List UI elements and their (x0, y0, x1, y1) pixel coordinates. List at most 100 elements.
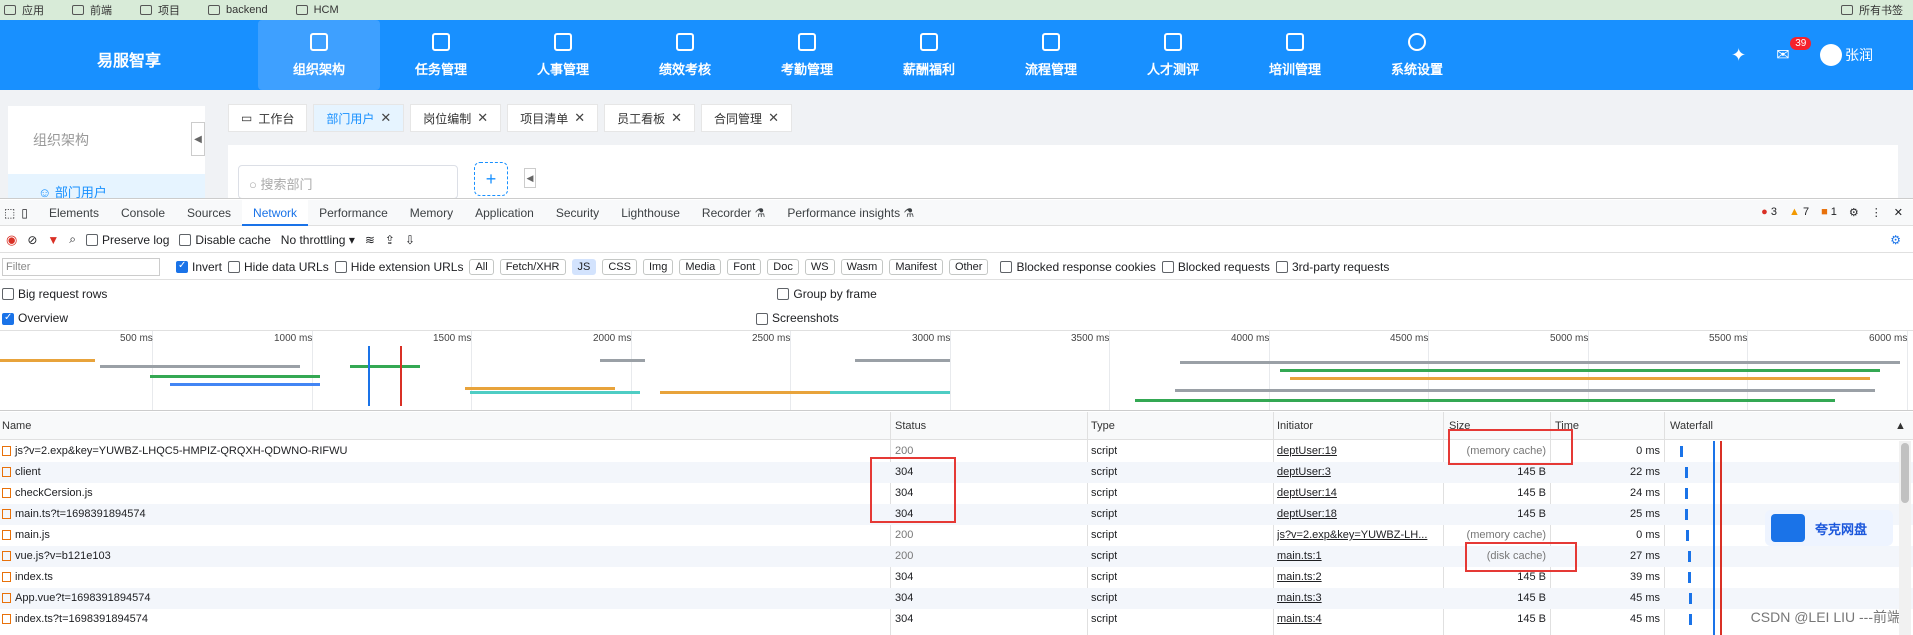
download-icon[interactable]: ⇩ (405, 233, 415, 247)
more-icon[interactable]: ⋮ (1871, 206, 1882, 219)
blocked-requests-checkbox[interactable]: Blocked requests (1161, 260, 1270, 274)
table-row[interactable]: checkCersion.js 304 script deptUser:14 1… (0, 483, 1913, 504)
wifi-icon[interactable]: ≋ (365, 233, 375, 247)
bookmark-projects[interactable]: 项目 (140, 2, 180, 18)
tab-recorder[interactable]: Recorder ⚗ (691, 200, 776, 226)
close-icon[interactable]: ✕ (574, 110, 585, 126)
chip-wasm[interactable]: Wasm (840, 258, 884, 275)
theme-icon[interactable]: ✦ (1731, 45, 1746, 66)
bookmark-apps[interactable]: 应用 (4, 2, 44, 18)
tab-application[interactable]: Application (464, 200, 545, 226)
nav-org[interactable]: 组织架构 (258, 20, 380, 90)
scrollbar[interactable] (1899, 441, 1911, 635)
third-party-checkbox[interactable]: 3rd-party requests (1275, 260, 1389, 274)
chip-manifest[interactable]: Manifest (889, 258, 943, 275)
col-initiator[interactable]: Initiator (1277, 420, 1313, 432)
tab-performance-insights[interactable]: Performance insights ⚗ (776, 200, 925, 226)
search-icon[interactable]: ⌕ (69, 232, 76, 247)
chip-doc[interactable]: Doc (767, 258, 799, 275)
col-status[interactable]: Status (895, 420, 926, 432)
chip-img[interactable]: Img (642, 258, 674, 275)
hide-data-urls-checkbox[interactable]: Hide data URLs (228, 260, 329, 274)
table-row[interactable]: index.ts?t=1698391894574 304 script main… (0, 609, 1913, 630)
preserve-log-checkbox[interactable]: Preserve log (86, 233, 169, 247)
disable-cache-checkbox[interactable]: Disable cache (179, 233, 271, 247)
dept-search-input[interactable]: ○ 搜索部门 (238, 165, 458, 199)
blocked-cookies-checkbox[interactable]: Blocked response cookies (1000, 260, 1156, 274)
close-icon[interactable]: ✕ (477, 110, 488, 126)
big-rows-checkbox[interactable]: Big request rows (2, 287, 107, 301)
chip-css[interactable]: CSS (602, 258, 637, 275)
cell-initiator[interactable]: main.ts:2 (1277, 571, 1322, 583)
filter-input[interactable]: Filter (2, 257, 160, 276)
tab-contracts[interactable]: 合同管理 ✕ (701, 104, 792, 132)
col-name[interactable]: Name (2, 420, 31, 432)
close-devtools-icon[interactable]: ✕ (1894, 206, 1903, 219)
warning-count[interactable]: ▲ 7 (1789, 206, 1809, 219)
all-bookmarks[interactable]: 所有书签 (1841, 2, 1903, 18)
tab-elements[interactable]: Elements (38, 200, 110, 226)
nav-hr[interactable]: 人事管理 (502, 20, 624, 90)
filter-icon[interactable]: ▼ (47, 233, 59, 247)
table-row[interactable]: main.js 200 script js?v=2.exp&key=YUWBZ-… (0, 525, 1913, 546)
col-type[interactable]: Type (1091, 420, 1115, 432)
tab-memory[interactable]: Memory (399, 200, 464, 226)
chip-ws[interactable]: WS (804, 258, 835, 275)
bookmark-hcm[interactable]: HCM (295, 4, 339, 16)
chip-fetch[interactable]: Fetch/XHR (499, 258, 566, 275)
settings-gear-icon[interactable]: ⚙ (1849, 206, 1859, 219)
cell-initiator[interactable]: main.ts:1 (1277, 550, 1322, 562)
nav-talent[interactable]: 人才测评 (1112, 20, 1234, 90)
tab-performance[interactable]: Performance (308, 200, 399, 226)
hide-ext-urls-checkbox[interactable]: Hide extension URLs (334, 260, 463, 274)
chip-all[interactable]: All (469, 258, 494, 275)
tab-workbench[interactable]: ▭ 工作台 (228, 104, 308, 132)
tab-sources[interactable]: Sources (176, 200, 242, 226)
chip-media[interactable]: Media (679, 258, 722, 275)
inspect-icon[interactable]: ⬚ (4, 206, 15, 220)
tab-console[interactable]: Console (110, 200, 176, 226)
add-dept-button[interactable]: + (474, 162, 508, 196)
col-waterfall[interactable]: Waterfall (1670, 420, 1713, 432)
device-icon[interactable]: ▯ (21, 206, 28, 220)
tab-network[interactable]: Network (242, 199, 309, 226)
chip-other[interactable]: Other (948, 258, 989, 275)
tab-dept-user[interactable]: 部门用户 ✕ (313, 104, 405, 132)
chip-font[interactable]: Font (727, 258, 762, 275)
network-overview[interactable]: 500 ms 1000 ms 1500 ms 2000 ms 2500 ms 3… (0, 331, 1913, 411)
bookmark-backend[interactable]: backend (208, 4, 268, 16)
close-icon[interactable]: ✕ (671, 110, 682, 126)
scroll-left-button[interactable]: ◀ (524, 168, 536, 188)
tab-employee-board[interactable]: 员工看板 ✕ (604, 104, 696, 132)
scrollbar-thumb[interactable] (1901, 443, 1909, 503)
issue-count[interactable]: ■ 1 (1821, 206, 1837, 219)
collapse-toggle[interactable]: ◀ (191, 122, 205, 156)
nav-settings[interactable]: 系统设置 (1356, 20, 1478, 90)
cell-initiator[interactable]: deptUser:18 (1277, 508, 1337, 520)
chip-js[interactable]: JS (571, 258, 597, 275)
table-row[interactable]: main.ts?t=1698391894574 304 script deptU… (0, 504, 1913, 525)
group-by-frame-checkbox[interactable]: Group by frame (777, 287, 877, 301)
bookmark-frontend[interactable]: 前端 (72, 2, 112, 18)
cell-initiator[interactable]: main.ts:4 (1277, 613, 1322, 625)
network-settings-icon[interactable]: ⚙ (1890, 233, 1901, 247)
nav-salary[interactable]: 薪酬福利 (868, 20, 990, 90)
quark-cloud-widget[interactable]: 夸克网盘 (1765, 510, 1893, 546)
screenshots-checkbox[interactable]: Screenshots (756, 311, 839, 325)
table-row[interactable]: index.ts 304 script main.ts:2 145 B 39 m… (0, 567, 1913, 588)
tab-security[interactable]: Security (545, 200, 610, 226)
nav-training[interactable]: 培训管理 (1234, 20, 1356, 90)
overview-checkbox[interactable]: Overview (2, 311, 68, 325)
nav-workflow[interactable]: 流程管理 (990, 20, 1112, 90)
upload-icon[interactable]: ⇪ (385, 233, 395, 247)
invert-checkbox[interactable]: Invert (176, 260, 222, 274)
table-row[interactable]: vue.js?v=b121e103 200 script main.ts:1 (… (0, 546, 1913, 567)
tab-position[interactable]: 岗位编制 ✕ (410, 104, 502, 132)
mail-icon[interactable]: ✉ 39 (1776, 37, 1812, 65)
user-menu[interactable]: 张润 (1819, 44, 1873, 66)
record-icon[interactable]: ◉ (6, 232, 17, 248)
table-row[interactable]: js?v=2.exp&key=YUWBZ-LHQC5-HMPIZ-QRQXH-Q… (0, 441, 1913, 462)
throttling-select[interactable]: No throttling ▾ (281, 233, 355, 247)
nav-task[interactable]: 任务管理 (380, 20, 502, 90)
cell-initiator[interactable]: main.ts:3 (1277, 592, 1322, 604)
